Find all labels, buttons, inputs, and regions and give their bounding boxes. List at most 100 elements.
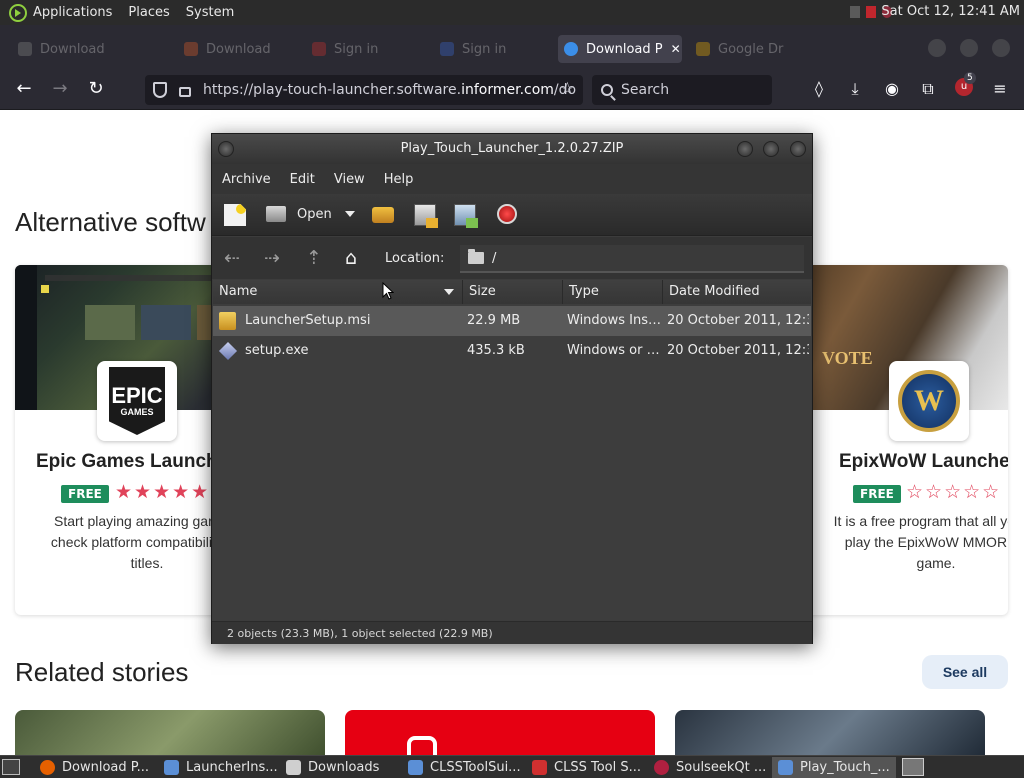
workspace-switcher[interactable] — [902, 758, 924, 776]
search-icon — [601, 84, 613, 96]
browser-window-controls — [928, 39, 1010, 57]
browser-tab-bar: Download Download Sign in Sign in Downlo… — [0, 25, 1024, 70]
story-thumbnail[interactable] — [15, 710, 325, 755]
software-name[interactable]: EpixWoW Launcher — [839, 451, 1008, 473]
column-header-size[interactable]: Size — [463, 280, 563, 304]
clock[interactable]: Sat Oct 12, 12:41 AM — [881, 4, 1020, 19]
column-header-type[interactable]: Type — [563, 280, 663, 304]
tab-sign-in-2[interactable]: Sign in — [434, 35, 554, 63]
new-archive-icon[interactable] — [224, 204, 246, 226]
search-input[interactable]: Search — [592, 75, 772, 105]
maximize-icon[interactable] — [960, 39, 978, 57]
bookmark-star-icon[interactable]: ☆ — [560, 79, 575, 99]
msi-file-icon — [219, 312, 236, 330]
downloads-icon[interactable]: ⤓ — [844, 79, 866, 99]
minimize-icon[interactable] — [737, 141, 753, 157]
menu-archive[interactable]: Archive — [222, 172, 271, 187]
system-menu[interactable]: System — [186, 5, 234, 20]
window-title: Play_Touch_Launcher_1.2.0.27.ZIP — [400, 141, 624, 156]
task-clss-tool-suite[interactable]: CLSSToolSui... — [402, 757, 524, 778]
file-type: Windows or … — [567, 343, 660, 358]
epic-games-logo: EPIC GAMES — [97, 361, 177, 441]
add-folder-icon[interactable] — [454, 204, 478, 228]
rating-stars: ☆☆☆☆☆ — [906, 481, 1002, 503]
tab-download-1[interactable]: Download — [12, 35, 162, 63]
file-row[interactable]: setup.exe 435.3 kB Windows or … 20 Octob… — [213, 336, 811, 366]
archive-manager-icon — [778, 760, 793, 775]
open-button[interactable]: Open — [297, 207, 332, 222]
epixwow-logo: W — [889, 361, 969, 441]
window-title-bar[interactable]: Play_Touch_Launcher_1.2.0.27.ZIP — [212, 134, 812, 164]
extensions-icon[interactable]: ⧉ — [917, 79, 939, 99]
hamburger-menu-icon[interactable]: ≡ — [989, 79, 1011, 98]
tab-label: Download P — [586, 41, 663, 57]
back-arrow-icon[interactable]: ← — [13, 79, 35, 99]
tab-google-drive[interactable]: Google Dr — [690, 35, 820, 63]
tab-label: Sign in — [462, 41, 507, 57]
story-thumbnail[interactable] — [345, 710, 655, 755]
network-icon[interactable] — [850, 6, 860, 18]
address-bar[interactable]: https://play-touch-launcher.software.inf… — [145, 75, 583, 105]
top-panel: Applications Places System Sat Oct 12, 1… — [0, 0, 1024, 25]
tab-favicon-icon — [312, 42, 326, 56]
tab-download-2[interactable]: Download — [178, 35, 298, 63]
location-field[interactable]: / — [460, 245, 804, 273]
open-dropdown-arrow-icon[interactable] — [345, 211, 355, 217]
tracking-shield-icon[interactable] — [153, 82, 167, 98]
extract-icon[interactable] — [372, 207, 394, 223]
task-clss-tool[interactable]: CLSS Tool S... — [526, 757, 646, 778]
toolbar: Open — [212, 194, 812, 236]
open-archive-icon[interactable] — [266, 206, 286, 222]
close-window-icon[interactable] — [992, 39, 1010, 57]
forward-arrow-icon[interactable]: ⇢ — [264, 248, 280, 268]
show-desktop-icon[interactable] — [2, 759, 20, 775]
menu-help[interactable]: Help — [384, 172, 414, 187]
close-tab-icon[interactable]: ✕ — [671, 42, 681, 56]
task-firefox[interactable]: Download P... — [34, 757, 156, 778]
pocket-icon[interactable]: ◊ — [808, 79, 830, 98]
distro-logo-icon[interactable] — [9, 3, 27, 22]
account-icon[interactable]: ◉ — [881, 79, 903, 98]
window-menu-icon[interactable] — [218, 141, 234, 157]
stop-icon[interactable] — [497, 204, 517, 224]
menu-view[interactable]: View — [334, 172, 365, 187]
minimize-icon[interactable] — [928, 39, 946, 57]
installer-icon — [164, 760, 179, 775]
maximize-icon[interactable] — [763, 141, 779, 157]
task-play-touch-launcher[interactable]: Play_Touch_... — [772, 757, 896, 778]
soulseek-icon — [654, 760, 669, 775]
back-arrow-icon[interactable]: ⇠ — [224, 248, 240, 268]
folder-icon — [468, 249, 484, 264]
software-name[interactable]: Epic Games Launch — [36, 451, 218, 473]
task-launcher-installer[interactable]: LauncherIns... — [158, 757, 278, 778]
file-type: Windows Ins… — [567, 313, 661, 328]
up-arrow-icon[interactable]: ⇡ — [306, 248, 322, 268]
free-badge: FREE — [61, 485, 109, 503]
lock-icon[interactable] — [179, 87, 191, 97]
notification-icon[interactable] — [866, 6, 876, 18]
see-all-button[interactable]: See all — [922, 655, 1008, 689]
menu-edit[interactable]: Edit — [290, 172, 315, 187]
forward-arrow-icon[interactable]: → — [49, 79, 71, 99]
places-menu[interactable]: Places — [128, 5, 169, 20]
menu-bar: Archive Edit View Help — [212, 164, 812, 194]
tab-sign-in-1[interactable]: Sign in — [306, 35, 426, 63]
folder-icon — [286, 760, 301, 775]
column-header-name[interactable]: Name — [213, 280, 463, 304]
task-downloads[interactable]: Downloads — [280, 757, 400, 778]
search-placeholder: Search — [621, 82, 670, 98]
tab-favicon-icon — [696, 42, 710, 56]
applications-menu[interactable]: Applications — [33, 5, 112, 20]
tab-download-active[interactable]: Download P ✕ — [558, 35, 682, 63]
column-header-date-modified[interactable]: Date Modified — [663, 280, 811, 304]
close-window-icon[interactable] — [790, 141, 806, 157]
add-files-icon[interactable] — [414, 204, 438, 228]
task-soulseekqt[interactable]: SoulseekQt ... — [648, 757, 770, 778]
ublock-extension-icon[interactable]: u5 — [955, 72, 976, 96]
tab-label: Download — [206, 41, 271, 57]
pdf-icon — [532, 760, 547, 775]
reload-icon[interactable]: ↻ — [85, 79, 107, 99]
story-thumbnail[interactable] — [675, 710, 985, 755]
home-icon[interactable]: ⌂ — [345, 248, 357, 268]
file-row[interactable]: LauncherSetup.msi 22.9 MB Windows Ins… 2… — [213, 306, 811, 336]
